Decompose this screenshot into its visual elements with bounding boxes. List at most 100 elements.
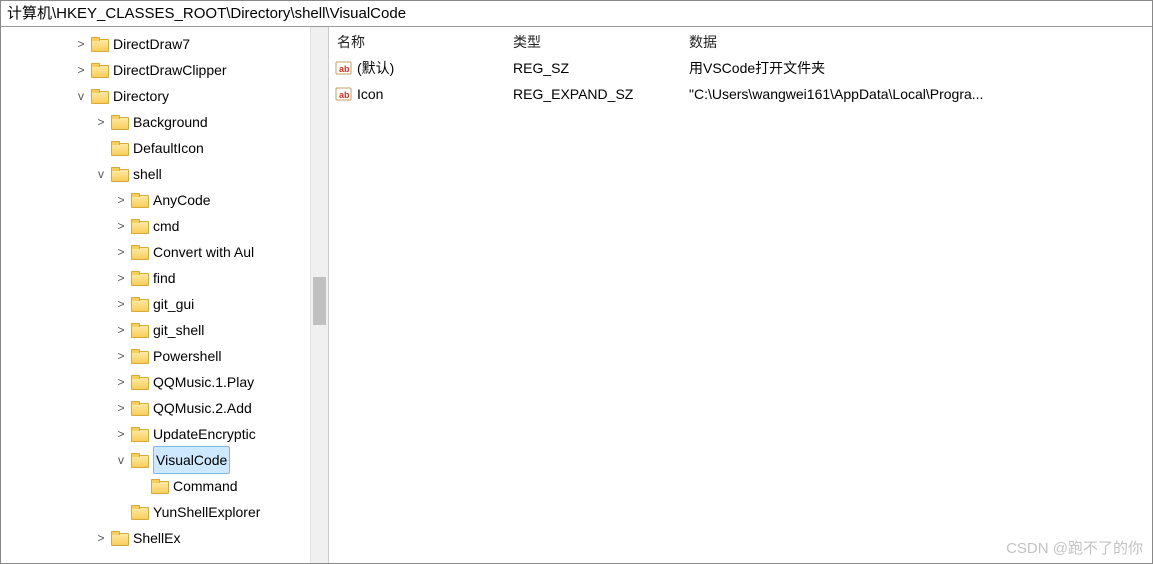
folder-icon: [111, 141, 129, 155]
folder-icon: [131, 349, 149, 363]
tree-label: git_gui: [153, 291, 194, 317]
col-header-data[interactable]: 数据: [681, 31, 1152, 55]
values-pane: 名称 类型 数据 ab (默认) REG_SZ 用VSCode打开文件夹 ab …: [329, 27, 1152, 563]
expand-icon[interactable]: >: [111, 187, 131, 213]
tree-label: git_shell: [153, 317, 204, 343]
expand-icon[interactable]: >: [111, 265, 131, 291]
folder-icon: [111, 167, 129, 181]
folder-icon: [131, 375, 149, 389]
folder-icon: [111, 531, 129, 545]
folder-icon: [131, 271, 149, 285]
string-value-icon: ab: [335, 60, 353, 76]
tree-item-find[interactable]: > find: [31, 265, 310, 291]
svg-text:ab: ab: [339, 90, 350, 100]
tree-item-cmd[interactable]: > cmd: [31, 213, 310, 239]
tree-label: DefaultIcon: [133, 135, 204, 161]
folder-icon: [131, 505, 149, 519]
folder-icon: [91, 89, 109, 103]
folder-icon: [131, 323, 149, 337]
tree-label: DirectDraw7: [113, 31, 190, 57]
address-bar[interactable]: 计算机\HKEY_CLASSES_ROOT\Directory\shell\Vi…: [1, 1, 1152, 27]
value-name: Icon: [357, 81, 383, 107]
tree-item-qqmusic2[interactable]: > QQMusic.2.Add: [31, 395, 310, 421]
folder-icon: [131, 245, 149, 259]
tree-item-gitshell[interactable]: > git_shell: [31, 317, 310, 343]
tree-label: AnyCode: [153, 187, 211, 213]
collapse-icon[interactable]: v: [91, 161, 111, 187]
folder-icon: [131, 401, 149, 415]
tree-label: QQMusic.2.Add: [153, 395, 252, 421]
tree-label: cmd: [153, 213, 179, 239]
expand-icon[interactable]: >: [111, 213, 131, 239]
tree-item-visualcode[interactable]: v VisualCode: [31, 447, 310, 473]
tree-item-shell[interactable]: v shell: [31, 161, 310, 187]
value-data: 用VSCode打开文件夹: [681, 55, 1152, 81]
tree-label: shell: [133, 161, 162, 187]
expand-icon[interactable]: >: [71, 57, 91, 83]
folder-icon: [131, 297, 149, 311]
tree-item-directdraw7[interactable]: > DirectDraw7: [31, 31, 310, 57]
expand-icon[interactable]: >: [111, 421, 131, 447]
scrollbar-thumb[interactable]: [313, 277, 326, 325]
tree-item-qqmusic1[interactable]: > QQMusic.1.Play: [31, 369, 310, 395]
expand-icon[interactable]: >: [111, 317, 131, 343]
tree-label: UpdateEncryptic: [153, 421, 256, 447]
list-header: 名称 类型 数据: [329, 31, 1152, 55]
tree-item-powershell[interactable]: > Powershell: [31, 343, 310, 369]
content-area: > DirectDraw7 > DirectDrawClipper v Dire…: [1, 27, 1152, 563]
tree-label: ShellEx: [133, 525, 180, 551]
tree-item-shellex[interactable]: > ShellEx: [31, 525, 310, 551]
svg-text:ab: ab: [339, 64, 350, 74]
registry-tree[interactable]: > DirectDraw7 > DirectDrawClipper v Dire…: [1, 31, 328, 551]
tree-item-convert[interactable]: > Convert with Aul: [31, 239, 310, 265]
tree-label: Directory: [113, 83, 169, 109]
expand-icon[interactable]: >: [111, 343, 131, 369]
value-row[interactable]: ab Icon REG_EXPAND_SZ "C:\Users\wangwei1…: [329, 81, 1152, 107]
value-row[interactable]: ab (默认) REG_SZ 用VSCode打开文件夹: [329, 55, 1152, 81]
tree-item-directory[interactable]: v Directory: [31, 83, 310, 109]
tree-item-defaulticon[interactable]: DefaultIcon: [31, 135, 310, 161]
tree-label: find: [153, 265, 176, 291]
folder-icon: [131, 453, 149, 467]
tree-pane: > DirectDraw7 > DirectDrawClipper v Dire…: [1, 27, 329, 563]
expand-icon[interactable]: >: [71, 31, 91, 57]
folder-icon: [91, 37, 109, 51]
value-type: REG_EXPAND_SZ: [505, 81, 681, 107]
folder-icon: [131, 219, 149, 233]
tree-label: YunShellExplorer: [153, 499, 260, 525]
folder-icon: [91, 63, 109, 77]
tree-label: DirectDrawClipper: [113, 57, 227, 83]
tree-label: VisualCode: [153, 446, 230, 474]
tree-label: Powershell: [153, 343, 221, 369]
tree-label: QQMusic.1.Play: [153, 369, 254, 395]
tree-item-yunshellexplorer[interactable]: YunShellExplorer: [31, 499, 310, 525]
value-name: (默认): [357, 55, 394, 81]
expand-icon[interactable]: >: [91, 525, 111, 551]
scrollbar[interactable]: [310, 27, 328, 563]
expand-icon[interactable]: >: [111, 239, 131, 265]
string-value-icon: ab: [335, 86, 353, 102]
folder-icon: [131, 427, 149, 441]
tree-item-command[interactable]: Command: [31, 473, 310, 499]
tree-item-gitgui[interactable]: > git_gui: [31, 291, 310, 317]
tree-label: Background: [133, 109, 208, 135]
expand-icon[interactable]: >: [111, 291, 131, 317]
tree-item-background[interactable]: > Background: [31, 109, 310, 135]
expand-icon[interactable]: >: [91, 109, 111, 135]
value-data: "C:\Users\wangwei161\AppData\Local\Progr…: [681, 81, 1152, 107]
tree-label: Convert with Aul: [153, 239, 254, 265]
expand-icon[interactable]: >: [111, 395, 131, 421]
collapse-icon[interactable]: v: [111, 447, 131, 473]
collapse-icon[interactable]: v: [71, 83, 91, 109]
folder-icon: [111, 115, 129, 129]
tree-item-anycode[interactable]: > AnyCode: [31, 187, 310, 213]
tree-item-updateencryptic[interactable]: > UpdateEncryptic: [31, 421, 310, 447]
folder-icon: [131, 193, 149, 207]
expand-icon[interactable]: >: [111, 369, 131, 395]
tree-item-directdrawclipper[interactable]: > DirectDrawClipper: [31, 57, 310, 83]
address-text: 计算机\HKEY_CLASSES_ROOT\Directory\shell\Vi…: [7, 5, 406, 22]
value-type: REG_SZ: [505, 55, 681, 81]
folder-icon: [151, 479, 169, 493]
col-header-type[interactable]: 类型: [505, 31, 681, 55]
col-header-name[interactable]: 名称: [329, 31, 505, 55]
